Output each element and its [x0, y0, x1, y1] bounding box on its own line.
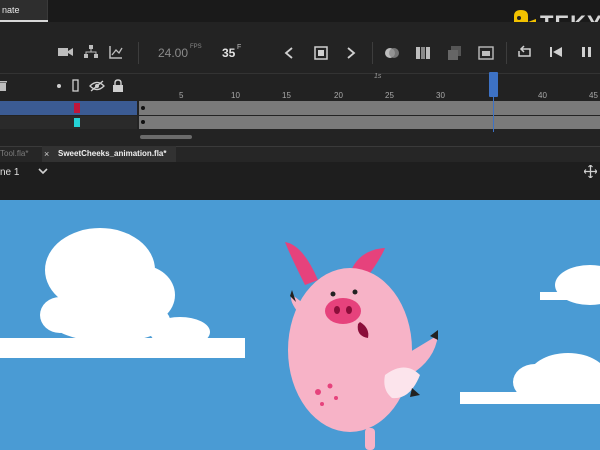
layer-row[interactable]: [0, 116, 137, 129]
ruler-label: 45: [589, 91, 598, 100]
current-frame[interactable]: 35: [222, 46, 235, 60]
ruler-label: 15: [282, 91, 291, 100]
camera-icon[interactable]: [58, 46, 74, 58]
layer-color-swatch[interactable]: [74, 103, 80, 113]
ruler-label: 20: [334, 91, 343, 100]
outline-icon[interactable]: [72, 79, 80, 92]
workspace-tab[interactable]: nate: [0, 0, 48, 22]
ruler-label: 10: [231, 91, 240, 100]
chevron-down-icon[interactable]: [38, 168, 48, 176]
lock-icon[interactable]: [112, 79, 124, 92]
fps-value[interactable]: 24.00: [158, 46, 188, 60]
ruler-label: 25: [385, 91, 394, 100]
playhead[interactable]: [489, 72, 498, 97]
tab-close-button[interactable]: ×: [44, 146, 49, 162]
scene-selector[interactable]: ne 1: [0, 167, 19, 178]
scene-bar: [0, 162, 600, 200]
step-forward-icon[interactable]: [346, 47, 356, 59]
ruler-label: 40: [538, 91, 547, 100]
fps-unit: FPS: [190, 44, 202, 50]
loop-icon[interactable]: [517, 45, 533, 59]
graph-icon[interactable]: [109, 45, 123, 59]
document-tab[interactable]: Tool.fla*: [0, 146, 28, 162]
move-icon[interactable]: [584, 165, 597, 178]
keyframe[interactable]: [141, 106, 145, 110]
edit-multiple-frames-icon[interactable]: [416, 46, 430, 60]
layer-parenting-icon[interactable]: [84, 45, 98, 59]
stop-icon[interactable]: [314, 46, 328, 60]
frame-span[interactable]: [139, 116, 600, 129]
paste-frames-icon[interactable]: [448, 46, 462, 60]
delete-layer-icon[interactable]: [0, 80, 8, 92]
onion-skin-icon[interactable]: [384, 46, 400, 60]
timeline-scroll-area: [0, 130, 600, 146]
pause-icon[interactable]: [581, 46, 593, 58]
toolbar-separator: [506, 42, 507, 64]
go-to-first-icon[interactable]: [550, 46, 564, 58]
layer-color-swatch[interactable]: [74, 118, 80, 127]
layer-row-selected[interactable]: [0, 101, 137, 115]
frame-unit: F: [237, 44, 242, 51]
ruler-label: 30: [436, 91, 445, 100]
timeline-scrollbar[interactable]: [140, 135, 192, 139]
toolbar-separator: [372, 42, 373, 64]
ruler-label: 5: [179, 91, 184, 100]
stage-canvas[interactable]: [0, 200, 600, 450]
highlight-layer-icon[interactable]: [57, 84, 61, 88]
step-back-icon[interactable]: [284, 47, 294, 59]
frame-span[interactable]: [139, 101, 600, 115]
hide-eye-icon[interactable]: [89, 80, 105, 92]
keyframe[interactable]: [141, 120, 145, 124]
playhead-line: [493, 97, 494, 132]
toolbar-separator: [138, 42, 139, 64]
insert-keyframe-icon[interactable]: [478, 46, 494, 60]
document-tab-label: SweetCheeks_animation.fla*: [58, 149, 167, 158]
seconds-marker: 1s: [374, 73, 382, 80]
